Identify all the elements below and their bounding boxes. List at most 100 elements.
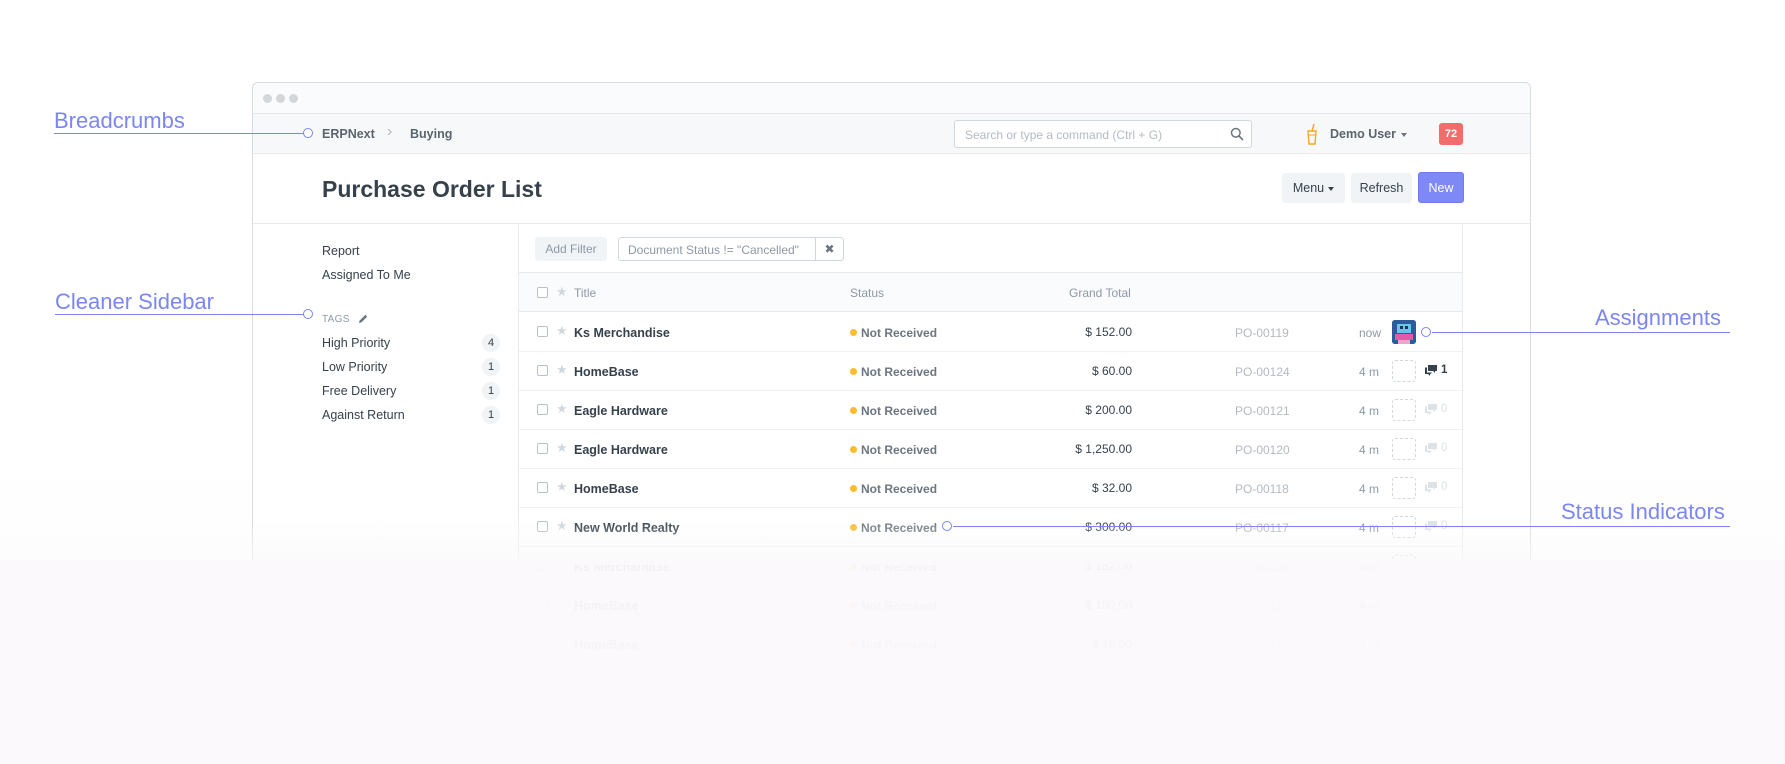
caret-down-icon xyxy=(1328,186,1335,191)
row-document-id: PO-00120 xyxy=(1235,443,1290,457)
row-checkbox[interactable] xyxy=(537,443,548,454)
comment-count: 0 xyxy=(1441,481,1448,493)
status-indicator-dot xyxy=(850,329,857,336)
star-icon[interactable]: ★ xyxy=(556,441,568,454)
avatar-icon xyxy=(1392,320,1416,344)
row-title[interactable]: Eagle Hardware xyxy=(574,404,668,418)
assign-placeholder[interactable] xyxy=(1392,360,1416,382)
search-placeholder: Search or type a command (Ctrl + G) xyxy=(965,128,1163,142)
breadcrumb-buying[interactable]: Buying xyxy=(410,127,452,141)
star-icon[interactable]: ★ xyxy=(556,402,568,415)
filter-bar: Add Filter Document Status != "Cancelled… xyxy=(519,225,1462,273)
assign-placeholder[interactable] xyxy=(1392,438,1416,460)
row-grand-total: $ 32.00 xyxy=(1091,481,1132,495)
tags-heading: TAGS xyxy=(322,314,350,325)
star-icon[interactable]: ★ xyxy=(556,480,568,493)
row-checkbox[interactable] xyxy=(537,326,548,337)
table-row[interactable]: ★ HomeBase Not Received $ 32.00 PO-00118 4 m 0 xyxy=(519,469,1462,508)
search-icon[interactable] xyxy=(1230,127,1244,141)
search-input[interactable]: Search or type a command (Ctrl + G) xyxy=(954,120,1252,148)
status-badge[interactable]: Not Received xyxy=(861,326,937,340)
sidebar-tag-free-delivery[interactable]: Free Delivery 1 xyxy=(322,382,500,402)
remove-filter-icon[interactable]: ✖ xyxy=(815,238,843,260)
drink-cup-icon xyxy=(1307,123,1317,145)
pencil-icon[interactable] xyxy=(357,313,369,325)
annotation-line xyxy=(54,133,306,134)
avatar[interactable] xyxy=(1392,320,1416,344)
fade-overlay xyxy=(0,560,1785,764)
annotation-status-indicators: Status Indicators xyxy=(1561,499,1725,524)
new-button[interactable]: New xyxy=(1418,172,1464,203)
window-dot-icon[interactable] xyxy=(276,94,285,103)
annotation-line xyxy=(953,526,1730,527)
comment-count: 1 xyxy=(1441,364,1448,376)
filter-chip-text: Document Status != "Cancelled" xyxy=(628,243,799,257)
row-modified-time: 4 m xyxy=(1359,482,1380,496)
column-header-status[interactable]: Status xyxy=(850,286,884,300)
status-badge[interactable]: Not Received xyxy=(861,482,937,496)
assign-placeholder[interactable] xyxy=(1392,399,1416,421)
tag-label: Free Delivery xyxy=(322,384,397,398)
caret-down-icon xyxy=(1401,132,1407,137)
select-all-checkbox[interactable] xyxy=(537,287,548,298)
sidebar-tag-against-return[interactable]: Against Return 1 xyxy=(322,406,500,426)
annotation-line xyxy=(1432,332,1730,333)
filter-chip[interactable]: Document Status != "Cancelled" ✖ xyxy=(618,237,844,261)
row-title[interactable]: Eagle Hardware xyxy=(574,443,668,457)
status-badge[interactable]: Not Received xyxy=(861,404,937,418)
row-title[interactable]: Ks Merchandise xyxy=(574,326,670,340)
add-filter-button[interactable]: Add Filter xyxy=(535,237,607,261)
table-row[interactable]: ★ Ks Merchandise Not Received $ 152.00 PO-00… xyxy=(519,313,1462,352)
window-dot-icon[interactable] xyxy=(263,94,272,103)
sidebar-tag-low-priority[interactable]: Low Priority 1 xyxy=(322,358,500,378)
row-grand-total: $ 60.00 xyxy=(1091,364,1132,378)
tag-count-badge: 1 xyxy=(482,382,500,400)
comment-icon[interactable] xyxy=(1424,481,1438,493)
menu-button[interactable]: Menu xyxy=(1282,173,1345,203)
row-document-id: PO-00121 xyxy=(1235,404,1290,418)
table-row[interactable]: ★ HomeBase Not Received $ 60.00 PO-00124 4 m 1 xyxy=(519,352,1462,391)
column-header-grand-total[interactable]: Grand Total xyxy=(1069,286,1131,300)
user-menu[interactable]: Demo User xyxy=(1330,127,1407,141)
row-checkbox[interactable] xyxy=(537,404,548,415)
annotation-marker xyxy=(303,128,313,138)
row-grand-total: $ 1,250.00 xyxy=(1075,442,1132,456)
page-header: Purchase Order List Menu Refresh New xyxy=(253,154,1530,224)
row-grand-total: $ 152.00 xyxy=(1085,325,1132,339)
star-icon[interactable]: ★ xyxy=(556,285,568,298)
row-checkbox[interactable] xyxy=(537,482,548,493)
comment-count: 0 xyxy=(1441,442,1448,454)
window-dot-icon[interactable] xyxy=(289,94,298,103)
breadcrumb-chevron-icon: › xyxy=(387,123,393,140)
star-icon[interactable]: ★ xyxy=(556,363,568,376)
table-row[interactable]: ★ Eagle Hardware Not Received $ 1,250.00 PO-… xyxy=(519,430,1462,469)
notification-badge[interactable]: 72 xyxy=(1439,123,1463,145)
status-badge[interactable]: Not Received xyxy=(861,365,937,379)
comment-icon[interactable] xyxy=(1424,403,1438,415)
status-indicator-dot xyxy=(850,407,857,414)
sidebar-link-report[interactable]: Report xyxy=(322,244,360,258)
row-checkbox[interactable] xyxy=(537,365,548,376)
row-title[interactable]: HomeBase xyxy=(574,365,639,379)
row-modified-time: now xyxy=(1359,326,1382,340)
navbar: ERPNext › Buying Search or type a comman… xyxy=(253,114,1530,154)
page-title: Purchase Order List xyxy=(322,176,542,202)
column-header-title[interactable]: Title xyxy=(574,286,596,300)
breadcrumb-erpnext[interactable]: ERPNext xyxy=(322,127,375,141)
sidebar-tag-high-priority[interactable]: High Priority 4 xyxy=(322,334,500,354)
comment-icon[interactable] xyxy=(1424,364,1438,376)
row-modified-time: 4 m xyxy=(1359,404,1380,418)
row-modified-time: 4 m xyxy=(1359,365,1380,379)
star-icon[interactable]: ★ xyxy=(556,324,568,337)
assign-placeholder[interactable] xyxy=(1392,477,1416,499)
status-badge[interactable]: Not Received xyxy=(861,443,937,457)
annotation-cleaner-sidebar: Cleaner Sidebar xyxy=(55,289,214,314)
menu-button-label: Menu xyxy=(1292,181,1325,195)
refresh-button[interactable]: Refresh xyxy=(1351,173,1412,203)
row-title[interactable]: HomeBase xyxy=(574,482,639,496)
annotation-breadcrumbs: Breadcrumbs xyxy=(54,108,185,133)
table-row[interactable]: ★ Eagle Hardware Not Received $ 200.00 PO-00… xyxy=(519,391,1462,430)
sidebar-link-assigned-to-me[interactable]: Assigned To Me xyxy=(322,268,411,282)
tag-count-badge: 1 xyxy=(482,406,500,424)
comment-icon[interactable] xyxy=(1424,442,1438,454)
